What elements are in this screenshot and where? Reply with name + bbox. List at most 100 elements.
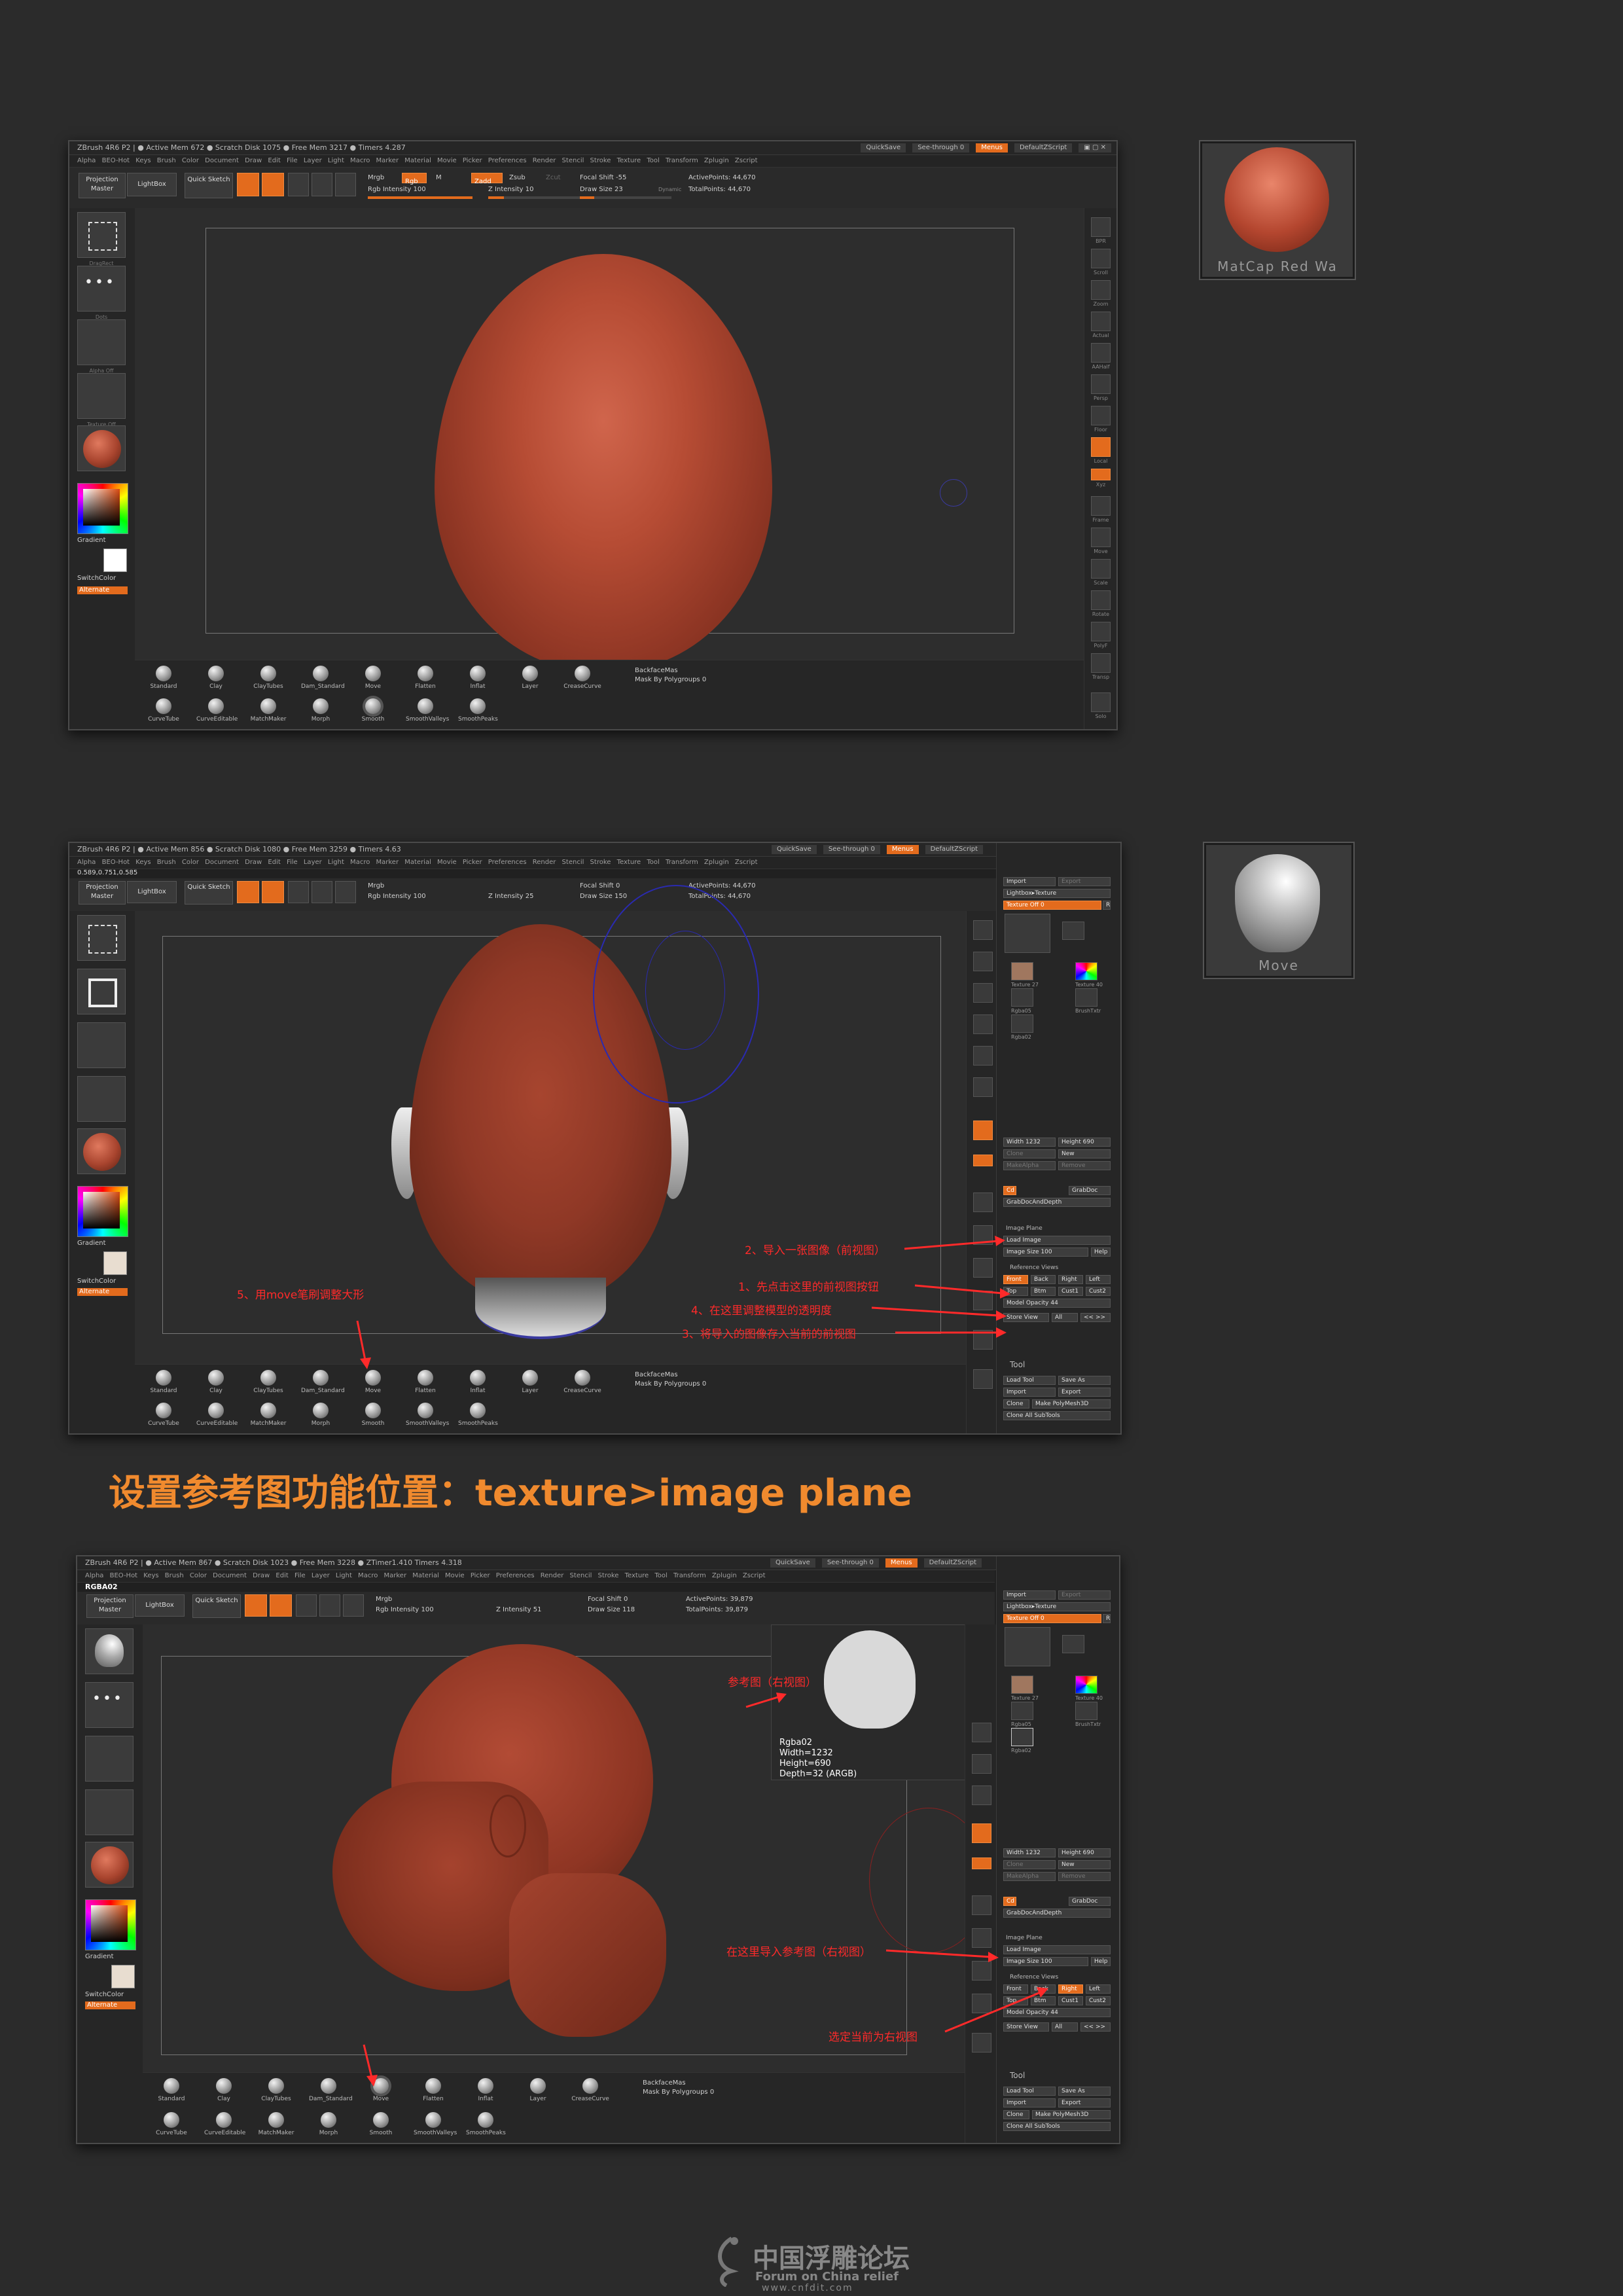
view-left-button[interactable]: Left [1086,1275,1111,1284]
reference-views-header[interactable]: Reference Views [1010,1265,1058,1271]
dynamic-toggle[interactable]: Dynamic [658,186,681,194]
head-side-neck[interactable] [509,1873,666,2037]
quick-sketch-button[interactable]: Quick Sketch [192,1594,241,1618]
material-thumb[interactable] [77,425,126,471]
brush-clay[interactable]: Clay [196,1370,236,1394]
rgb-intensity-slider[interactable]: Rgb Intensity 100 [368,893,426,901]
quicksave-button[interactable]: QuickSave [861,143,906,152]
load-tool-button[interactable]: Load Tool [1003,2087,1056,2096]
tool-import-button[interactable]: Import [1003,1388,1056,1397]
view-btm-button[interactable]: Btm [1031,1287,1056,1296]
brush-flatten[interactable]: Flatten [406,1370,445,1394]
backface-mask-toggle[interactable]: BackfaceMas [635,1371,678,1379]
view-nav-arrows[interactable]: << >> [1080,2022,1111,2032]
zoom-button[interactable] [973,983,993,1003]
brush-claytubes[interactable]: ClayTubes [249,1370,288,1394]
move-brush-thumb[interactable] [85,1628,134,1674]
texture-off-thumb[interactable] [85,1789,134,1835]
texture-40-thumb[interactable] [1075,962,1097,980]
lightbox-texture-button[interactable]: Lightbox▸Texture [1003,1602,1111,1611]
brush-matchmaker[interactable]: MatchMaker [249,698,288,723]
brush-dam-standard[interactable]: Dam_Standard [309,2078,353,2102]
make-alpha-button[interactable]: MakeAlpha [1003,1872,1056,1881]
viewport-canvas[interactable]: Rgba02 Width=1232 Height=690 Depth=32 (A… [143,1624,988,2072]
local-button[interactable]: Local [1091,437,1111,464]
scale-mode-button[interactable] [312,881,332,903]
persp-button[interactable] [973,1077,993,1097]
focal-shift-slider[interactable]: Focal Shift -55 [580,174,626,182]
brush-matchmaker[interactable]: MatchMaker [249,1403,288,1427]
rgba05-thumb[interactable] [1011,988,1033,1007]
brush-smooth[interactable]: Smooth [353,1403,393,1427]
backface-mask-toggle[interactable]: BackfaceMas [635,667,678,675]
texture-off-thumb[interactable] [1005,1627,1050,1666]
m-button[interactable]: M [436,174,442,182]
brush-smoothpeaks[interactable]: SmoothPeaks [466,2112,506,2136]
quick-sketch-button[interactable]: Quick Sketch [185,881,233,905]
material-thumb[interactable] [85,1842,134,1888]
view-right-button[interactable]: Right [1058,1984,1083,1994]
projection-master-button[interactable]: Projection Master [79,881,126,905]
texture-35-thumb[interactable] [1062,1635,1084,1653]
move-mode-button[interactable] [288,881,309,903]
default-script-button[interactable]: DefaultZScript [925,845,983,854]
width-slider[interactable]: Width 1232 [1003,1138,1056,1147]
brush-curvetube[interactable]: CurveTube [152,2112,191,2136]
alternate-button[interactable]: Alternate [77,586,128,594]
alpha-square-thumb[interactable] [77,969,126,1014]
draw-size-slider[interactable]: Draw Size 118 [588,1606,635,1614]
brush-curvetube[interactable]: CurveTube [144,1403,183,1427]
brush-claytubes[interactable]: ClayTubes [257,2078,296,2102]
brush-smoothpeaks[interactable]: SmoothPeaks [458,1403,498,1427]
brush-dam-standard[interactable]: Dam_Standard [301,1370,345,1394]
persp-button[interactable] [972,1785,991,1805]
see-through-slider[interactable]: See-through 0 [821,1558,879,1568]
rgb-intensity-track[interactable] [368,196,473,199]
height-slider[interactable]: Height 690 [1058,1138,1111,1147]
stroke-dragrect-thumb[interactable] [77,915,126,961]
mrgb-button[interactable]: Mrgb [368,174,384,182]
zsub-button[interactable]: Zsub [509,174,526,182]
help-button[interactable]: Help [1091,1247,1111,1257]
brush-creasecurve[interactable]: CreaseCurve [563,666,602,690]
rgb-button[interactable]: Rgb [402,173,427,185]
quick-sketch-button[interactable]: Quick Sketch [185,173,233,198]
floor-button[interactable]: Floor [1091,406,1111,433]
see-through-slider[interactable]: See-through 0 [912,143,970,152]
stroke-dragrect-thumb[interactable]: DragRect [77,212,126,266]
store-all-button[interactable]: All [1052,2022,1078,2032]
image-plane-header[interactable]: Image Plane [1006,1225,1043,1232]
brush-standard[interactable]: Standard [152,2078,191,2102]
brush-flatten[interactable]: Flatten [406,666,445,690]
persp-button[interactable]: Persp [1091,374,1111,401]
xyz-button[interactable] [972,1857,991,1869]
cd-button[interactable]: Cd [1003,1186,1016,1195]
zadd-button[interactable]: Zadd [471,173,503,185]
stroke-dots-thumb[interactable]: • • • Dots [77,266,126,320]
color-picker[interactable] [77,1186,128,1237]
brush-dam-standard[interactable]: Dam_Standard [301,666,345,690]
projection-master-button[interactable]: Projection Master [86,1594,134,1618]
new-button[interactable]: New [1058,1860,1111,1869]
color-picker[interactable] [77,483,128,534]
brush-inflat[interactable]: Inflat [466,2078,505,2102]
brush-inflat[interactable]: Inflat [458,666,497,690]
rotate-view-button[interactable]: Rotate [1091,590,1111,617]
mask-by-polygroups-slider[interactable]: Mask By Polygroups 0 [635,676,706,684]
rgba02-thumb[interactable] [1011,1728,1033,1746]
brush-claytubes[interactable]: ClayTubes [249,666,288,690]
view-cust1-button[interactable]: Cust1 [1058,1287,1083,1296]
move-mode-button[interactable] [296,1594,317,1617]
draw-button[interactable] [262,173,284,196]
texture-off-thumb[interactable] [77,1076,126,1122]
edit-button[interactable] [245,1594,267,1617]
window-controls[interactable]: ▣ ▢ ✕ [1079,143,1111,152]
grabdoc-button[interactable]: GrabDoc [1069,1897,1111,1906]
height-slider[interactable]: Height 690 [1058,1848,1111,1857]
default-script-button[interactable]: DefaultZScript [923,1558,982,1568]
import-button[interactable]: Import [1003,877,1056,886]
backface-mask-toggle[interactable]: BackfaceMas [643,2079,686,2087]
brush-matchmaker[interactable]: MatchMaker [257,2112,296,2136]
draw-size-slider[interactable]: Draw Size 150 [580,893,627,901]
texture-off-thumb[interactable] [1005,914,1050,953]
